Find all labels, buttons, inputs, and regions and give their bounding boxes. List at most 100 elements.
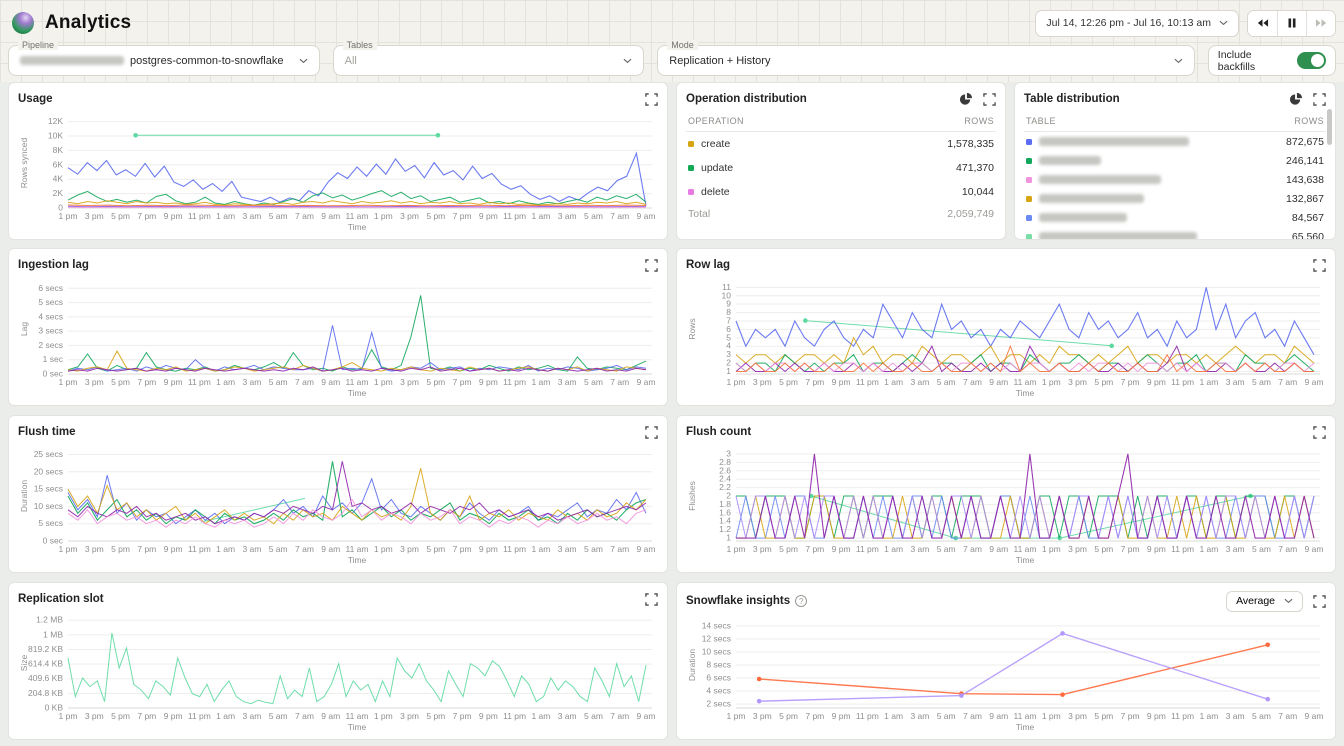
svg-text:7 am: 7 am xyxy=(610,544,629,554)
svg-text:9 pm: 9 pm xyxy=(832,711,851,721)
svg-text:5 pm: 5 pm xyxy=(111,211,130,221)
svg-text:7 am: 7 am xyxy=(1278,377,1297,387)
pipeline-select[interactable]: Pipeline postgres-common-to-snowflake xyxy=(8,45,320,76)
svg-text:9 am: 9 am xyxy=(989,711,1008,721)
pie-view-button[interactable] xyxy=(959,92,973,106)
svg-text:3 pm: 3 pm xyxy=(1068,377,1087,387)
svg-text:5 pm: 5 pm xyxy=(111,377,130,387)
svg-text:819.2 KB: 819.2 KB xyxy=(28,644,63,654)
chart-title: Usage xyxy=(18,93,53,105)
chevron-down-icon xyxy=(623,58,632,64)
chart-title: Flush count xyxy=(686,426,751,438)
svg-text:5 pm: 5 pm xyxy=(111,711,130,721)
row-value: 132,867 xyxy=(1286,193,1324,205)
row-label: update xyxy=(701,162,733,174)
flush-time-chart: 0 sec5 secs10 secs15 secs20 secs25 secs1… xyxy=(18,443,658,572)
svg-text:20 secs: 20 secs xyxy=(34,466,63,476)
svg-text:1 pm: 1 pm xyxy=(1042,544,1061,554)
svg-text:11 pm: 11 pm xyxy=(1171,377,1194,387)
svg-text:7 pm: 7 pm xyxy=(1121,711,1140,721)
svg-text:7 pm: 7 pm xyxy=(1121,377,1140,387)
table-row: 84,567 xyxy=(1024,208,1326,227)
svg-text:5 am: 5 am xyxy=(584,544,603,554)
aggregate-select[interactable]: Average xyxy=(1226,591,1303,612)
row-value: 84,567 xyxy=(1292,212,1324,224)
pie-view-button[interactable] xyxy=(1289,92,1303,106)
expand-button[interactable] xyxy=(1313,426,1326,439)
svg-text:1 MB: 1 MB xyxy=(43,629,63,639)
svg-text:11 pm: 11 pm xyxy=(503,711,526,721)
svg-text:1 am: 1 am xyxy=(216,377,235,387)
svg-text:9 pm: 9 pm xyxy=(164,711,183,721)
svg-text:9 am: 9 am xyxy=(1305,377,1324,387)
panel-title: Operation distribution xyxy=(686,93,807,105)
chart-title: Replication slot xyxy=(18,593,104,605)
svg-text:5 am: 5 am xyxy=(937,377,956,387)
expand-button[interactable] xyxy=(645,426,658,439)
svg-text:7 am: 7 am xyxy=(963,711,982,721)
include-backfills-toggle[interactable]: Include backfills xyxy=(1208,45,1336,76)
svg-text:Flushes: Flushes xyxy=(687,481,697,511)
expand-button[interactable] xyxy=(645,593,658,606)
svg-text:5 pm: 5 pm xyxy=(779,377,798,387)
svg-text:10 secs: 10 secs xyxy=(34,501,63,511)
rewind-button[interactable] xyxy=(1248,11,1277,36)
svg-text:9 am: 9 am xyxy=(637,211,656,221)
help-icon[interactable]: ? xyxy=(795,595,807,607)
fast-forward-button[interactable] xyxy=(1306,11,1335,36)
svg-text:8 secs: 8 secs xyxy=(706,660,731,670)
svg-text:7 pm: 7 pm xyxy=(805,711,824,721)
svg-text:9 am: 9 am xyxy=(321,544,340,554)
redacted-pipeline-prefix xyxy=(20,56,124,65)
svg-text:7 am: 7 am xyxy=(295,377,314,387)
svg-text:Time: Time xyxy=(1016,722,1035,732)
top-bar: Analytics Jul 14, 12:26 pm - Jul 16, 10:… xyxy=(0,0,1344,82)
expand-button[interactable] xyxy=(645,93,658,106)
svg-text:5 am: 5 am xyxy=(1252,711,1271,721)
svg-text:7 pm: 7 pm xyxy=(137,211,156,221)
tables-select[interactable]: Tables All xyxy=(333,45,645,76)
svg-text:5 pm: 5 pm xyxy=(111,544,130,554)
row-value: 872,675 xyxy=(1286,136,1324,148)
row-label: delete xyxy=(701,186,730,198)
toggle-switch[interactable] xyxy=(1297,52,1326,69)
svg-text:1 pm: 1 pm xyxy=(59,711,78,721)
expand-button[interactable] xyxy=(1313,259,1326,272)
svg-text:Duration: Duration xyxy=(19,480,29,512)
expand-button[interactable] xyxy=(645,259,658,272)
svg-text:7 pm: 7 pm xyxy=(453,211,472,221)
svg-text:Time: Time xyxy=(1016,555,1035,565)
pipeline-label: Pipeline xyxy=(18,40,58,50)
table-row: 143,638 xyxy=(1024,170,1326,189)
svg-text:1 sec: 1 sec xyxy=(43,354,64,364)
svg-text:3 pm: 3 pm xyxy=(85,711,104,721)
svg-text:3 pm: 3 pm xyxy=(400,544,419,554)
svg-text:5 am: 5 am xyxy=(269,711,288,721)
svg-text:3 am: 3 am xyxy=(242,544,261,554)
svg-text:7 am: 7 am xyxy=(963,377,982,387)
svg-text:1 am: 1 am xyxy=(884,711,903,721)
svg-text:5 pm: 5 pm xyxy=(779,544,798,554)
usage-chart: 02K4K6K8K10K12K1 pm3 pm5 pm7 pm9 pm11 pm… xyxy=(18,110,658,239)
mode-select[interactable]: Mode Replication + History xyxy=(657,45,1195,76)
svg-text:3 am: 3 am xyxy=(910,544,929,554)
flush-count-card: Flush count 11.21.41.61.822.22.42.62.831… xyxy=(676,415,1336,573)
svg-text:1 am: 1 am xyxy=(531,211,550,221)
expand-button[interactable] xyxy=(1313,595,1326,608)
svg-text:11 pm: 11 pm xyxy=(188,711,211,721)
expand-button[interactable] xyxy=(983,93,996,106)
date-range-picker[interactable]: Jul 14, 12:26 pm - Jul 16, 10:13 am xyxy=(1035,10,1239,37)
svg-text:5 am: 5 am xyxy=(584,377,603,387)
expand-button[interactable] xyxy=(1313,93,1326,106)
scrollbar-thumb[interactable] xyxy=(1327,109,1332,145)
dashboard-grid: Usage 02K4K6K8K10K12K1 pm3 pm5 pm7 pm9 p… xyxy=(0,82,1344,746)
svg-text:3 pm: 3 pm xyxy=(400,377,419,387)
pause-button[interactable] xyxy=(1277,11,1306,36)
svg-text:5 secs: 5 secs xyxy=(38,518,63,528)
svg-text:5 pm: 5 pm xyxy=(426,711,445,721)
expand-icon xyxy=(645,259,658,272)
include-backfills-label: Include backfills xyxy=(1218,49,1289,73)
svg-text:3 am: 3 am xyxy=(242,377,261,387)
svg-text:11 am: 11 am xyxy=(346,711,369,721)
svg-text:9 pm: 9 pm xyxy=(832,544,851,554)
